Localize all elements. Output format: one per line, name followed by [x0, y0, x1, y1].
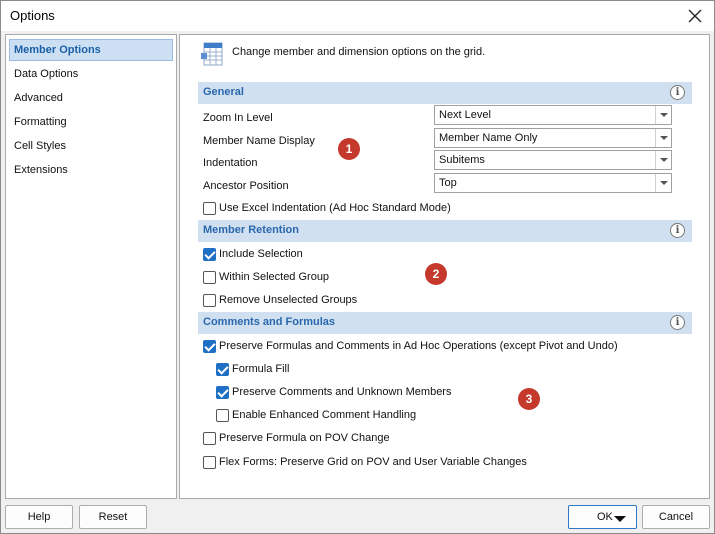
- sidebar-item-data-options[interactable]: Data Options: [9, 63, 173, 85]
- checkbox-label: Use Excel Indentation (Ad Hoc Standard M…: [219, 202, 451, 214]
- indentation-select[interactable]: Subitems: [434, 150, 672, 170]
- chevron-down-icon[interactable]: [655, 174, 671, 192]
- sidebar-item-advanced[interactable]: Advanced: [9, 87, 173, 109]
- section-comments-and-formulas: Comments and Formulas i: [198, 312, 692, 334]
- window-title: Options: [10, 8, 55, 23]
- section-title: Comments and Formulas: [203, 316, 336, 328]
- section-title: General: [203, 86, 244, 98]
- checkbox-box[interactable]: [203, 432, 216, 445]
- ok-label: OK: [597, 511, 613, 523]
- zoom-in-level-label: Zoom In Level: [203, 112, 273, 124]
- cancel-button[interactable]: Cancel: [642, 505, 710, 529]
- sidebar-item-formatting[interactable]: Formatting: [9, 111, 173, 133]
- checkbox-label: Preserve Formulas and Comments in Ad Hoc…: [219, 340, 618, 352]
- callout-badge-1: 1: [338, 138, 360, 160]
- options-sidebar: Member Options Data Options Advanced For…: [5, 34, 177, 499]
- info-icon[interactable]: i: [670, 85, 685, 100]
- ancestor-position-label: Ancestor Position: [203, 180, 289, 192]
- callout-badge-3: 3: [518, 388, 540, 410]
- zoom-in-level-select[interactable]: Next Level: [434, 105, 672, 125]
- checkbox-label: Flex Forms: Preserve Grid on POV and Use…: [219, 456, 527, 468]
- sidebar-item-cell-styles[interactable]: Cell Styles: [9, 135, 173, 157]
- checkbox-label: Within Selected Group: [219, 271, 330, 283]
- checkbox-label: Formula Fill: [232, 363, 290, 375]
- section-general: General i: [198, 82, 692, 104]
- checkbox-box[interactable]: [203, 456, 216, 469]
- section-title: Member Retention: [203, 224, 299, 236]
- member-name-display-label: Member Name Display: [203, 135, 315, 147]
- checkbox-label: Preserve Formula on POV Change: [219, 432, 390, 444]
- ancestor-position-select[interactable]: Top: [434, 173, 672, 193]
- checkbox-label: Include Selection: [219, 248, 303, 260]
- grid-options-icon: [201, 42, 223, 66]
- selected-value: Top: [439, 177, 457, 189]
- panel-description: Change member and dimension options on t…: [232, 46, 486, 58]
- checkbox-box[interactable]: [203, 248, 216, 261]
- chevron-down-icon[interactable]: [655, 129, 671, 147]
- selected-value: Member Name Only: [439, 132, 538, 144]
- member-name-display-select[interactable]: Member Name Only: [434, 128, 672, 148]
- title-bar: Options: [1, 1, 714, 31]
- checkbox-box[interactable]: [203, 340, 216, 353]
- chevron-down-icon[interactable]: [655, 151, 671, 169]
- info-icon[interactable]: i: [670, 223, 685, 238]
- checkbox-box[interactable]: [216, 363, 229, 376]
- sidebar-item-extensions[interactable]: Extensions: [9, 159, 173, 181]
- chevron-down-icon[interactable]: [655, 106, 671, 124]
- options-dialog: Options Member Options Data Options Adva…: [0, 0, 715, 534]
- checkbox-label: Remove Unselected Groups: [219, 294, 358, 306]
- reset-button[interactable]: Reset: [79, 505, 147, 529]
- checkbox-box[interactable]: [216, 386, 229, 399]
- checkbox-label: Preserve Comments and Unknown Members: [232, 386, 452, 398]
- checkbox-box[interactable]: [216, 409, 229, 422]
- close-icon[interactable]: [684, 5, 706, 27]
- sidebar-item-member-options[interactable]: Member Options: [9, 39, 173, 61]
- options-panel: Change member and dimension options on t…: [179, 34, 710, 499]
- checkbox-box[interactable]: [203, 202, 216, 215]
- selected-value: Subitems: [439, 154, 485, 166]
- indentation-label: Indentation: [203, 157, 258, 169]
- checkbox-box[interactable]: [203, 294, 216, 307]
- ok-button[interactable]: OK: [568, 505, 637, 529]
- section-member-retention: Member Retention i: [198, 220, 692, 242]
- chevron-down-icon[interactable]: [614, 516, 626, 522]
- checkbox-label: Enable Enhanced Comment Handling: [232, 409, 417, 421]
- help-button[interactable]: Help: [5, 505, 73, 529]
- selected-value: Next Level: [439, 109, 491, 121]
- callout-badge-2: 2: [425, 263, 447, 285]
- checkbox-box[interactable]: [203, 271, 216, 284]
- info-icon[interactable]: i: [670, 315, 685, 330]
